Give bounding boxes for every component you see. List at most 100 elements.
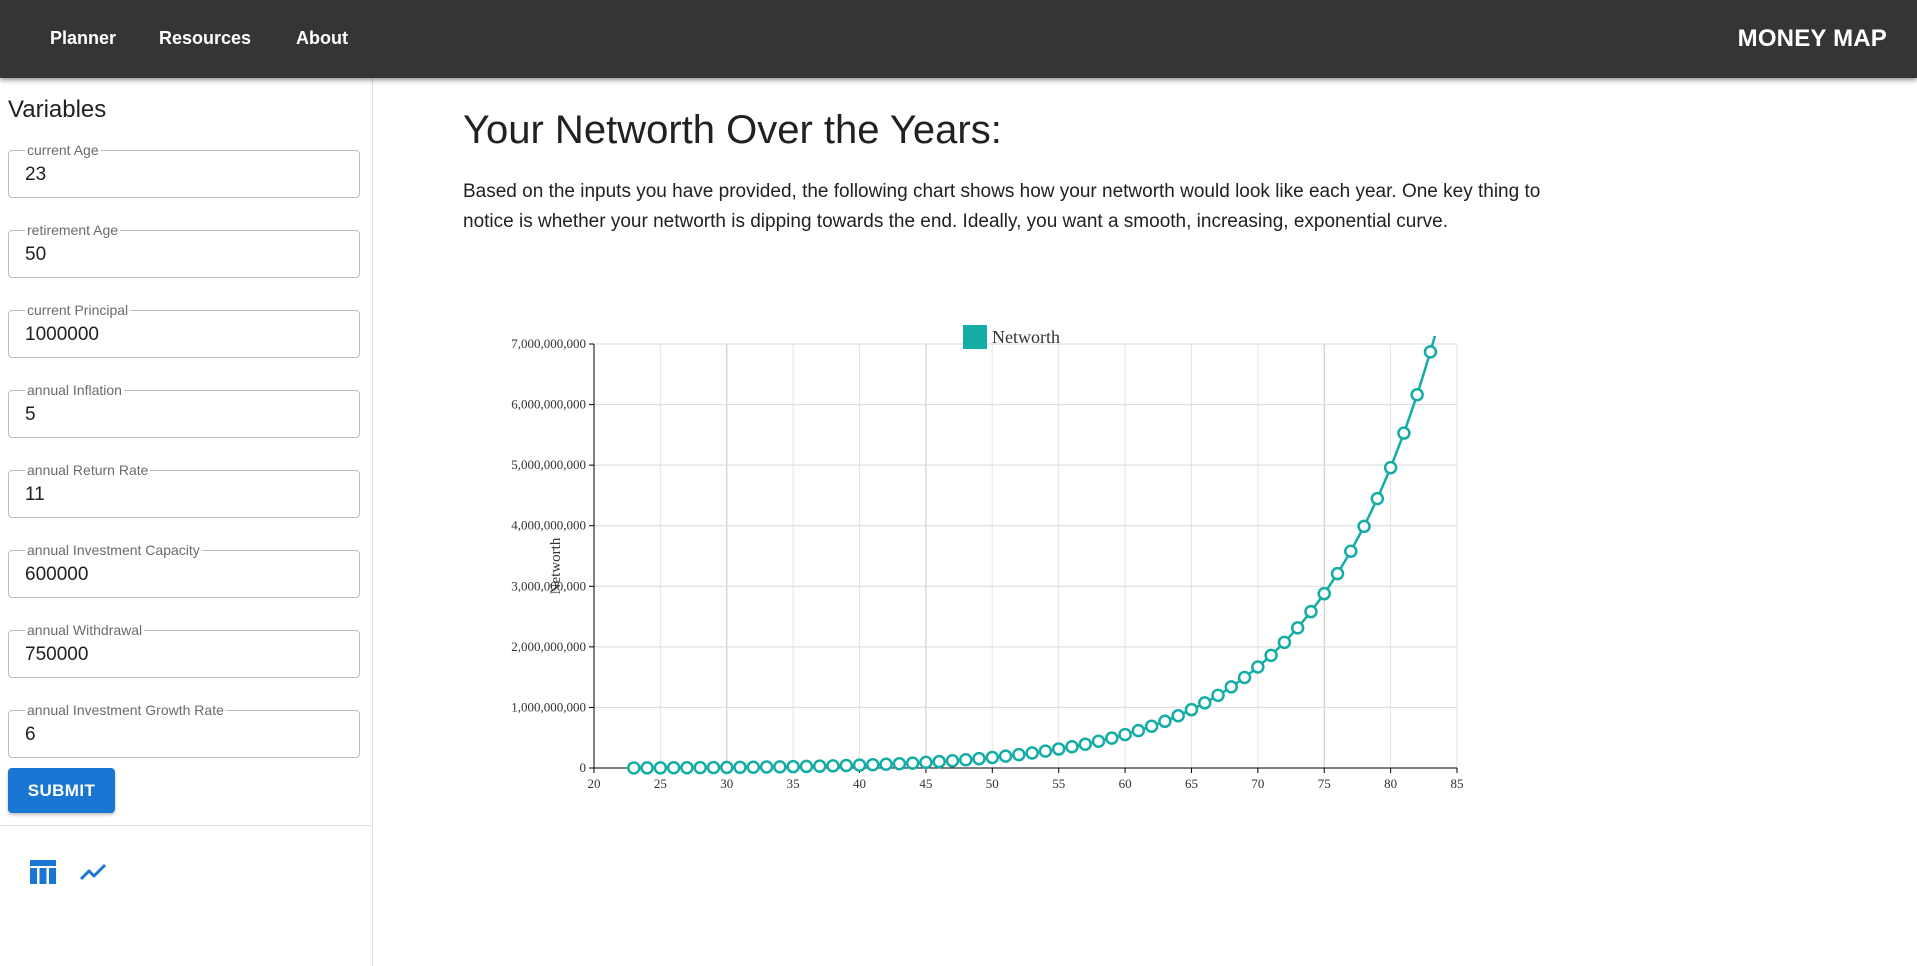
data-point: [1051, 742, 1066, 756]
field-value[interactable]: 5: [25, 404, 36, 426]
data-point: [1344, 544, 1358, 559]
data-point: [998, 749, 1013, 763]
field-label: current Principal: [25, 302, 131, 318]
y-axis-label: Networth: [548, 537, 564, 594]
y-tick-label: 5,000,000,000: [511, 457, 586, 472]
field-value[interactable]: 50: [25, 244, 46, 266]
legend-label: Networth: [992, 327, 1060, 347]
field-value[interactable]: 23: [25, 164, 46, 186]
annual-investment-capacity-field[interactable]: annual Investment Capacity 600000: [8, 542, 360, 598]
data-point: [627, 761, 641, 775]
page-description: Based on the inputs you have provided, t…: [463, 181, 1541, 232]
annual-withdrawal-field[interactable]: annual Withdrawal 750000: [8, 622, 360, 678]
submit-button[interactable]: SUBMIT: [8, 768, 115, 813]
y-tick-label: 7,000,000,000: [511, 336, 586, 351]
data-point: [972, 751, 986, 766]
x-tick-label: 30: [720, 776, 733, 791]
nav-planner[interactable]: Planner: [50, 28, 116, 49]
data-point: [733, 760, 747, 775]
sidebar-divider: [0, 825, 372, 826]
data-point: [1317, 586, 1331, 601]
data-point: [1078, 737, 1092, 751]
data-point: [706, 760, 721, 775]
data-point: [1118, 727, 1132, 742]
data-point: [773, 760, 787, 774]
data-point: [1251, 660, 1265, 674]
data-point: [892, 756, 907, 771]
data-point: [1264, 648, 1278, 663]
data-point: [1158, 714, 1172, 729]
data-point: [1423, 345, 1438, 359]
data-point: [919, 755, 933, 770]
data-point: [1184, 702, 1199, 717]
x-tick-label: 80: [1384, 776, 1397, 791]
nav-about[interactable]: About: [296, 28, 348, 49]
y-tick-label: 6,000,000,000: [511, 397, 586, 412]
data-point: [1105, 731, 1119, 745]
data-point: [1357, 519, 1371, 534]
data-point: [879, 757, 893, 771]
field-label: current Age: [25, 142, 101, 158]
brand-logo[interactable]: MONEY MAP: [1738, 25, 1887, 53]
networth-chart: 01,000,000,0002,000,000,0003,000,000,000…: [511, 325, 1464, 791]
data-point: [1290, 621, 1305, 635]
data-point: [1025, 746, 1039, 760]
data-point: [866, 757, 880, 772]
data-point: [905, 756, 920, 770]
x-tick-label: 65: [1185, 776, 1198, 791]
data-point: [1144, 719, 1159, 733]
data-point: [1038, 744, 1053, 758]
field-value[interactable]: 750000: [25, 644, 88, 666]
x-tick-label: 85: [1451, 776, 1464, 791]
x-tick-label: 75: [1318, 776, 1331, 791]
data-point: [826, 759, 840, 773]
x-tick-label: 55: [1052, 776, 1065, 791]
field-value[interactable]: 6: [25, 724, 36, 746]
y-tick-label: 0: [580, 760, 587, 775]
data-point: [759, 760, 774, 774]
field-label: retirement Age: [25, 222, 121, 238]
data-point: [786, 759, 800, 774]
nav-resources[interactable]: Resources: [159, 28, 251, 49]
y-tick-label: 2,000,000,000: [511, 639, 586, 654]
field-value[interactable]: 600000: [25, 564, 88, 586]
data-point: [720, 760, 734, 775]
annual-return-rate-field[interactable]: annual Return Rate 11: [8, 462, 360, 518]
field-label: annual Return Rate: [25, 462, 151, 478]
field-value[interactable]: 11: [25, 484, 45, 506]
x-tick-label: 20: [588, 776, 601, 791]
legend-swatch: [963, 325, 987, 349]
data-point: [746, 760, 761, 774]
page-title: Your Networth Over the Years:: [463, 108, 1002, 152]
field-value[interactable]: 1000000: [25, 324, 99, 346]
data-point: [1211, 688, 1225, 703]
data-point: [1012, 747, 1026, 762]
data-point: [1171, 709, 1185, 723]
series-line: [633, 336, 1437, 770]
annual-investment-growth-rate-field[interactable]: annual Investment Growth Rate 6: [8, 702, 360, 758]
annual-inflation-field[interactable]: annual Inflation 5: [8, 382, 360, 438]
y-tick-label: 1,000,000,000: [511, 699, 586, 714]
data-point: [1197, 696, 1212, 710]
data-point: [945, 753, 960, 768]
current-age-field[interactable]: current Age 23: [8, 142, 360, 198]
data-point: [1304, 604, 1318, 619]
data-point: [680, 760, 694, 775]
data-point: [653, 761, 668, 775]
line-chart-icon[interactable]: [77, 856, 109, 888]
data-point: [640, 761, 654, 775]
data-point: [932, 754, 946, 769]
x-tick-label: 35: [787, 776, 800, 791]
table-icon[interactable]: [27, 856, 59, 888]
x-tick-label: 70: [1251, 776, 1264, 791]
data-point: [839, 758, 854, 773]
variables-title: Variables: [8, 96, 107, 123]
retirement-age-field[interactable]: retirement Age 50: [8, 222, 360, 278]
current-principal-field[interactable]: current Principal 1000000: [8, 302, 360, 358]
data-point: [1330, 566, 1345, 581]
data-point: [1237, 670, 1252, 685]
data-point: [1370, 491, 1385, 506]
data-point: [1131, 723, 1146, 738]
data-point: [1224, 680, 1239, 694]
app-bar: Planner Resources About MONEY MAP: [0, 0, 1917, 78]
